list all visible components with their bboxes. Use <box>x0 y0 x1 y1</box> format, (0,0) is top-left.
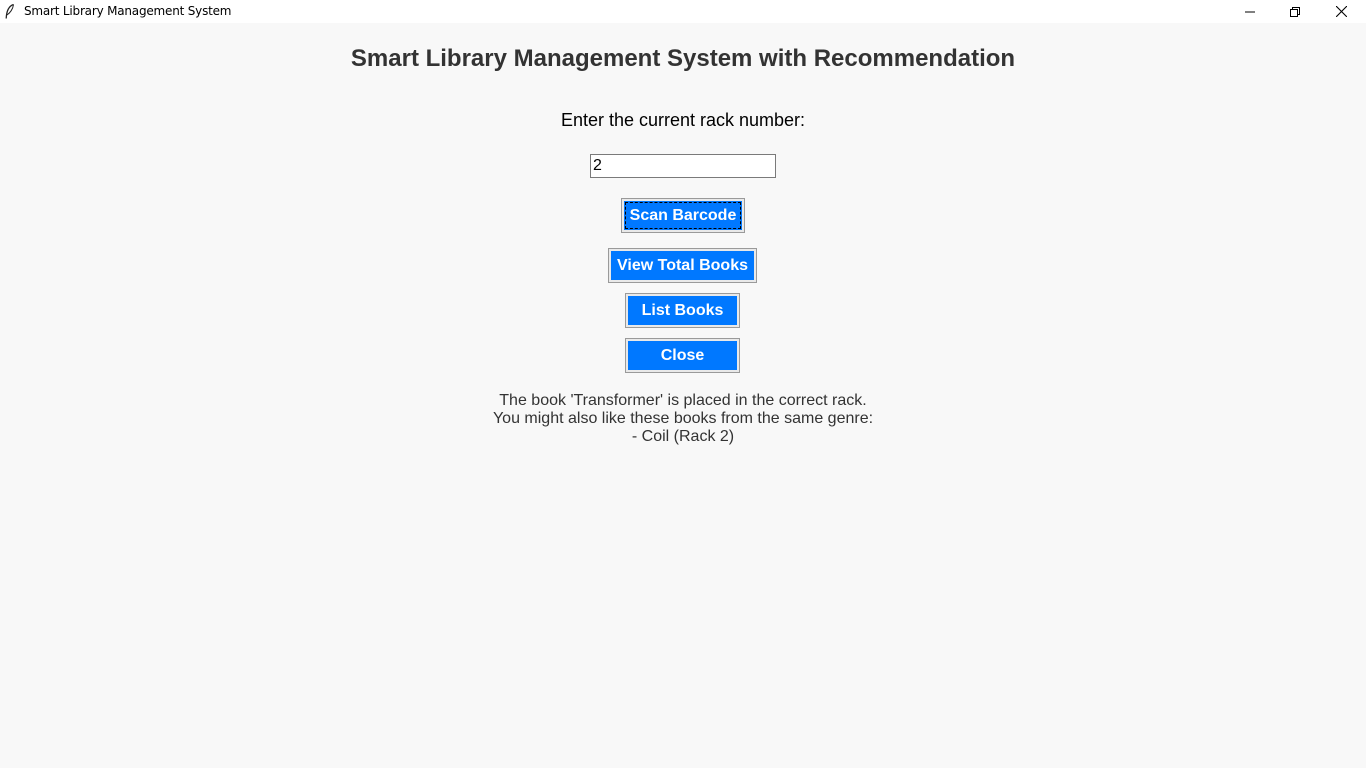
result-line: - Coil (Rack 2) <box>631 428 735 445</box>
close-button[interactable]: Close <box>628 341 737 370</box>
title-bar[interactable]: Smart Library Management System <box>0 0 1366 23</box>
restore-icon <box>1290 6 1300 17</box>
close-icon <box>1335 6 1347 17</box>
feather-icon <box>5 3 15 19</box>
result-line: The book 'Transformer' is placed in the … <box>499 392 867 409</box>
close-button-frame: Close <box>625 338 740 373</box>
page-title: Smart Library Management System with Rec… <box>350 45 1016 72</box>
view-total-books-button[interactable]: View Total Books <box>611 251 754 280</box>
minimize-button[interactable] <box>1227 0 1273 23</box>
maximize-button[interactable] <box>1272 0 1318 23</box>
minimize-icon <box>1245 7 1255 17</box>
window-title: Smart Library Management System <box>24 4 232 18</box>
rack-number-label: Enter the current rack number: <box>560 110 806 130</box>
view-total-books-button-frame: View Total Books <box>608 248 757 283</box>
app-window: Smart Library Management System Smart Li… <box>0 0 1366 768</box>
list-books-button-frame: List Books <box>625 293 740 328</box>
rack-number-input[interactable] <box>590 154 776 178</box>
scan-barcode-button-frame: Scan Barcode <box>621 198 745 233</box>
result-line: You might also like these books from the… <box>492 410 874 427</box>
main-content: Smart Library Management System with Rec… <box>0 23 1366 768</box>
close-window-button[interactable] <box>1318 0 1364 23</box>
scan-barcode-button[interactable]: Scan Barcode <box>624 201 742 230</box>
list-books-button[interactable]: List Books <box>628 296 737 325</box>
result-message: The book 'Transformer' is placed in the … <box>0 392 1366 446</box>
